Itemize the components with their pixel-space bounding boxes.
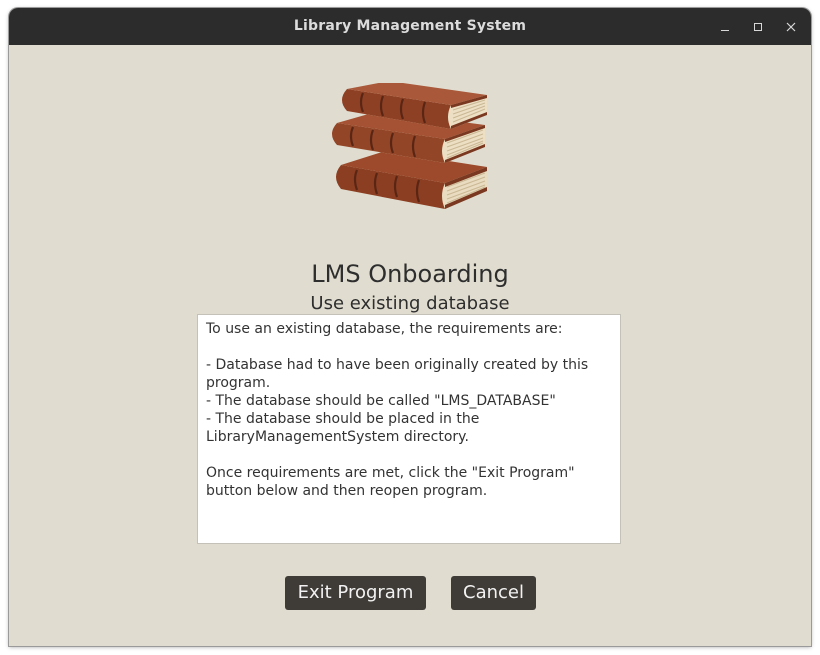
exit-program-button[interactable]: Exit Program <box>285 576 426 610</box>
close-button[interactable] <box>781 17 801 37</box>
maximize-icon <box>754 23 762 31</box>
page-title: LMS Onboarding <box>311 260 509 288</box>
maximize-button[interactable] <box>748 17 768 37</box>
book-bottom <box>336 151 487 209</box>
minimize-button[interactable] <box>715 17 735 37</box>
minimize-icon <box>721 30 729 31</box>
books-stack-icon <box>332 83 487 209</box>
close-icon <box>786 22 796 32</box>
title-bar[interactable]: Library Management System <box>9 8 811 45</box>
app-window: Library Management System LMS Onboarding… <box>9 8 811 646</box>
onboarding-panel: LMS Onboarding Use existing database To … <box>9 45 811 646</box>
page-subtitle: Use existing database <box>310 293 510 314</box>
cancel-button[interactable]: Cancel <box>451 576 536 610</box>
instructions-text-area[interactable]: To use an existing database, the require… <box>197 314 621 544</box>
window-title: Library Management System <box>293 18 527 34</box>
